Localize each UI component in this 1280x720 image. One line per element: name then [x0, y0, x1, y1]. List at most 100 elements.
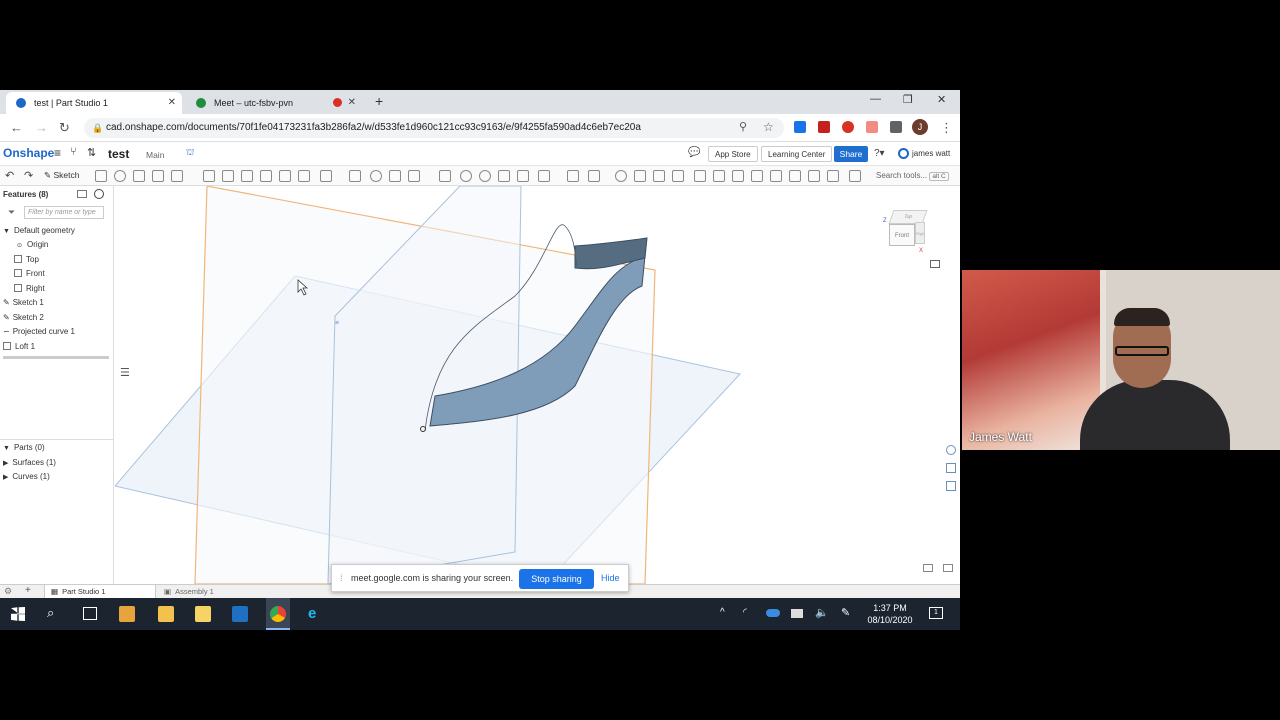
- bookmark-star-icon[interactable]: ☆: [763, 120, 774, 134]
- chrome-icon[interactable]: [270, 606, 286, 622]
- close-window-icon[interactable]: ✕: [937, 93, 946, 106]
- windows-start-icon[interactable]: [11, 607, 25, 621]
- url-field[interactable]: 🔒 cad.onshape.com/documents/70f1fe041732…: [84, 118, 784, 138]
- revolve-icon[interactable]: [114, 170, 126, 182]
- feature-item-origin[interactable]: ⊙ Origin: [17, 238, 48, 252]
- forward-icon[interactable]: →: [35, 120, 48, 135]
- feature-item-projected-curve-1[interactable]: ∽ Projected curve 1: [3, 325, 75, 339]
- hide-button[interactable]: Hide: [601, 573, 620, 583]
- display-states-icon[interactable]: [77, 190, 87, 198]
- move-face-icon[interactable]: [479, 170, 491, 182]
- extension-icon[interactable]: [794, 121, 806, 133]
- surfaces-group[interactable]: ▶ Surfaces (1): [3, 456, 56, 470]
- user-menu[interactable]: james watt: [912, 149, 950, 158]
- search-icon[interactable]: ⌕: [47, 605, 54, 621]
- mate-connector-icon[interactable]: [567, 170, 579, 182]
- pen-icon[interactable]: ✎: [841, 606, 850, 619]
- thicken-icon[interactable]: [171, 170, 183, 182]
- delete-part-icon[interactable]: [439, 170, 451, 182]
- profile-avatar[interactable]: J: [912, 119, 928, 135]
- modify-fillet-icon[interactable]: [460, 170, 472, 182]
- back-icon[interactable]: ←: [10, 120, 23, 135]
- app-store-button[interactable]: App Store: [708, 146, 758, 162]
- search-tools-input[interactable]: Search tools... alt C: [872, 169, 950, 183]
- reload-icon[interactable]: ↻: [59, 120, 70, 136]
- add-tab-icon[interactable]: +: [25, 585, 31, 596]
- feature-item-right[interactable]: Right: [14, 282, 45, 296]
- volume-icon[interactable]: 🔈: [815, 606, 829, 619]
- isoparametric-curve-icon[interactable]: [672, 170, 684, 182]
- bridging-curve-icon[interactable]: [634, 170, 646, 182]
- zoom-icon[interactable]: ⚲: [739, 120, 747, 133]
- pdf-extension-icon[interactable]: [818, 121, 830, 133]
- model-canvas[interactable]: ⌖: [115, 186, 960, 584]
- outlook-icon[interactable]: [232, 606, 248, 622]
- extend-surface-icon[interactable]: [732, 170, 744, 182]
- split-icon[interactable]: [389, 170, 401, 182]
- fillet-icon[interactable]: [203, 170, 215, 182]
- tab-meet[interactable]: Meet – utc-fsbv-pvn ✕: [186, 92, 362, 114]
- mirror-icon[interactable]: [349, 170, 361, 182]
- hole-icon[interactable]: [298, 170, 310, 182]
- restore-icon[interactable]: ❐: [903, 93, 913, 106]
- shell-icon[interactable]: [279, 170, 291, 182]
- minimize-icon[interactable]: —: [870, 93, 881, 105]
- replace-face-icon[interactable]: [498, 170, 510, 182]
- vlc-icon[interactable]: [119, 606, 135, 622]
- tab-onshape[interactable]: test | Part Studio 1 ✕: [6, 92, 182, 114]
- feature-item-loft-1[interactable]: Loft 1: [3, 340, 35, 354]
- onedrive-icon[interactable]: [766, 609, 780, 617]
- feature-item-top[interactable]: Top: [14, 253, 39, 267]
- section-view-icon[interactable]: [923, 564, 933, 572]
- file-explorer-icon[interactable]: [158, 606, 174, 622]
- redo-icon[interactable]: ↷: [24, 169, 33, 182]
- onshape-logo[interactable]: Onshape: [3, 146, 54, 160]
- feature-item-front[interactable]: Front: [14, 267, 45, 281]
- graduation-cap-icon[interactable]: ⛫: [186, 147, 194, 159]
- view-options-icon[interactable]: [930, 260, 940, 268]
- tab-icon[interactable]: [808, 170, 820, 182]
- learning-center-button[interactable]: Learning Center: [761, 146, 833, 162]
- feature-item-default-geometry[interactable]: ▼ Default geometry: [3, 224, 75, 238]
- wifi-icon[interactable]: ◜: [743, 607, 747, 618]
- filter-input[interactable]: Filter by name or type: [24, 206, 104, 219]
- transform-icon[interactable]: [408, 170, 420, 182]
- task-view-icon[interactable]: [83, 607, 97, 620]
- curves-group[interactable]: ▶ Curves (1): [3, 470, 50, 484]
- view-cube-front[interactable]: Front: [889, 224, 915, 246]
- extension-icon[interactable]: [866, 121, 878, 133]
- intersection-curve-icon[interactable]: [653, 170, 665, 182]
- rollback-clock-icon[interactable]: [94, 189, 104, 199]
- document-name[interactable]: test: [108, 147, 129, 161]
- feature-item-sketch-1[interactable]: ✎ Sketch 1: [3, 296, 44, 310]
- parts-group[interactable]: ▼ Parts (0): [3, 441, 45, 455]
- notification-icon[interactable]: 1: [929, 607, 943, 619]
- hamburger-icon[interactable]: ≡: [54, 146, 61, 160]
- workspace-name[interactable]: Main: [146, 150, 164, 160]
- finish-icon[interactable]: [827, 170, 839, 182]
- draft-icon[interactable]: [241, 170, 253, 182]
- feature-item-sketch-2[interactable]: ✎ Sketch 2: [3, 311, 44, 325]
- puzzle-icon[interactable]: [890, 121, 902, 133]
- extrude-icon[interactable]: [95, 170, 107, 182]
- loft-icon[interactable]: [152, 170, 164, 182]
- tab-assembly-1[interactable]: ▣ Assembly 1: [160, 585, 270, 598]
- undo-icon[interactable]: ↶: [5, 169, 14, 182]
- view-cube[interactable]: Top Front Right Z X: [883, 210, 929, 256]
- flange-icon[interactable]: [789, 170, 801, 182]
- render-mode-icon[interactable]: [943, 564, 953, 572]
- measure-icon[interactable]: [946, 481, 956, 491]
- folder-icon[interactable]: [195, 606, 211, 622]
- graphics-viewport[interactable]: ⌖ Top Front Right Z X ☰: [115, 186, 960, 584]
- appearance-icon[interactable]: [946, 445, 956, 455]
- plane-icon[interactable]: [538, 170, 550, 182]
- chamfer-icon[interactable]: [222, 170, 234, 182]
- tray-chevron-icon[interactable]: ^: [720, 607, 725, 618]
- tab-manager-icon[interactable]: ⚙: [4, 586, 12, 597]
- sheet-metal-icon[interactable]: [770, 170, 782, 182]
- projected-curve-icon[interactable]: [615, 170, 627, 182]
- boolean-icon[interactable]: [370, 170, 382, 182]
- kebab-menu-icon[interactable]: ⋮: [940, 120, 953, 136]
- new-tab-icon[interactable]: +: [375, 93, 383, 109]
- frame-icon[interactable]: [849, 170, 861, 182]
